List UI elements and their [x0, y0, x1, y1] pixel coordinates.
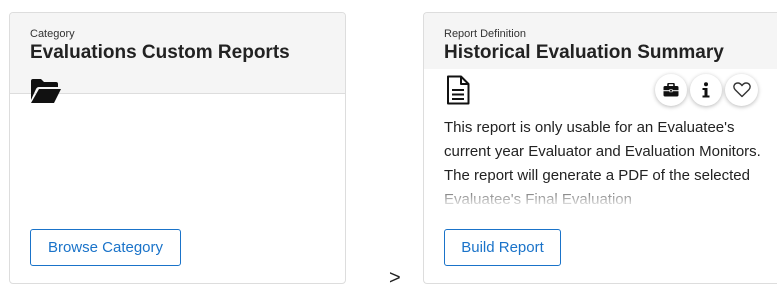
document-icon: [447, 75, 470, 105]
category-card: Category Evaluations Custom Reports Brow…: [9, 12, 346, 284]
browse-category-button[interactable]: Browse Category: [30, 229, 181, 266]
category-title: Evaluations Custom Reports: [30, 42, 290, 63]
report-card-header: Report Definition Historical Evaluation …: [424, 13, 777, 69]
separator-arrow: >: [389, 267, 401, 289]
favorite-button[interactable]: [725, 74, 758, 106]
build-report-button[interactable]: Build Report: [444, 229, 561, 266]
report-title: Historical Evaluation Summary: [444, 42, 724, 63]
category-label: Category: [30, 28, 75, 40]
description-fade-overlay: [424, 181, 777, 215]
briefcase-icon: [663, 83, 679, 97]
briefcase-button[interactable]: [655, 74, 687, 106]
report-definition-label: Report Definition: [444, 28, 526, 40]
info-button[interactable]: [690, 74, 722, 106]
report-definition-card: Report Definition Historical Evaluation …: [423, 12, 777, 284]
folder-open-icon: [31, 79, 61, 103]
heart-icon: [732, 82, 751, 98]
info-icon: [702, 82, 710, 98]
